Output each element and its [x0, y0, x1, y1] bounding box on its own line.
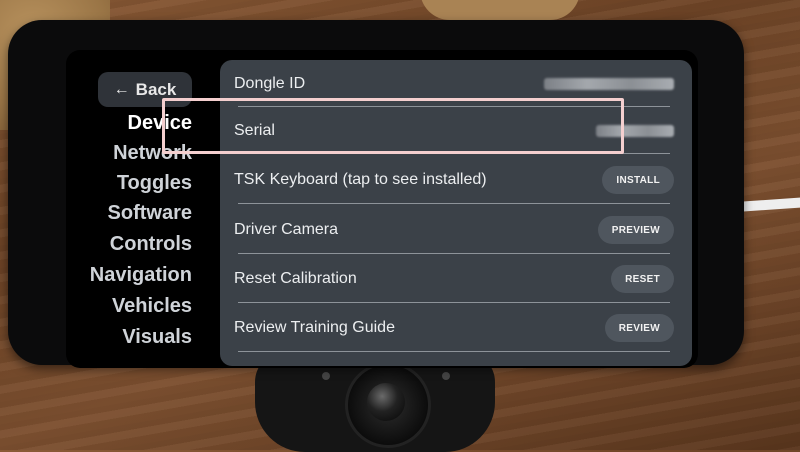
reset-button[interactable]: RESET: [611, 265, 674, 293]
divider: [238, 351, 670, 352]
sidebar-item-toggles[interactable]: Toggles: [117, 172, 192, 195]
review-button[interactable]: REVIEW: [604, 314, 674, 342]
divider: [238, 253, 670, 254]
sidebar-item-vehicles[interactable]: Vehicles: [112, 295, 192, 318]
dongle-id-label: Dongle ID: [234, 75, 306, 92]
sidebar-item-software[interactable]: Software: [108, 202, 192, 225]
divider: [238, 203, 670, 204]
mount-screw: [322, 372, 330, 380]
mount-screw: [442, 372, 450, 380]
driver-camera-label: Driver Camera: [234, 221, 339, 238]
preview-button[interactable]: PREVIEW: [597, 216, 674, 244]
reset-calibration-label: Reset Calibration: [234, 270, 357, 287]
sidebar-item-visuals[interactable]: Visuals: [122, 326, 192, 349]
tsk-keyboard-row[interactable]: TSK Keyboard (tap to see installed) INST…: [234, 156, 674, 204]
cork-object-top: [420, 0, 580, 20]
tsk-keyboard-highlight-box: [162, 98, 624, 154]
left-arrow-icon: ←: [113, 80, 130, 98]
tsk-keyboard-label[interactable]: TSK Keyboard (tap to see installed): [234, 171, 487, 189]
review-training-guide-label: Review Training Guide: [234, 319, 395, 336]
driver-camera-row: Driver Camera PREVIEW: [234, 206, 674, 254]
install-button[interactable]: INSTALL: [602, 166, 674, 194]
sidebar-item-navigation[interactable]: Navigation: [90, 264, 192, 287]
reset-calibration-row: Reset Calibration RESET: [234, 255, 674, 303]
back-button-label: Back: [135, 79, 177, 99]
road-camera-lens: [367, 383, 405, 421]
comma-device: ← Back Device Network Toggles Software C…: [8, 20, 744, 368]
sidebar-item-controls[interactable]: Controls: [110, 233, 192, 256]
review-training-guide-row: Review Training Guide REVIEW: [234, 304, 674, 352]
dongle-id-value-redacted: [544, 78, 674, 90]
divider: [238, 302, 670, 303]
